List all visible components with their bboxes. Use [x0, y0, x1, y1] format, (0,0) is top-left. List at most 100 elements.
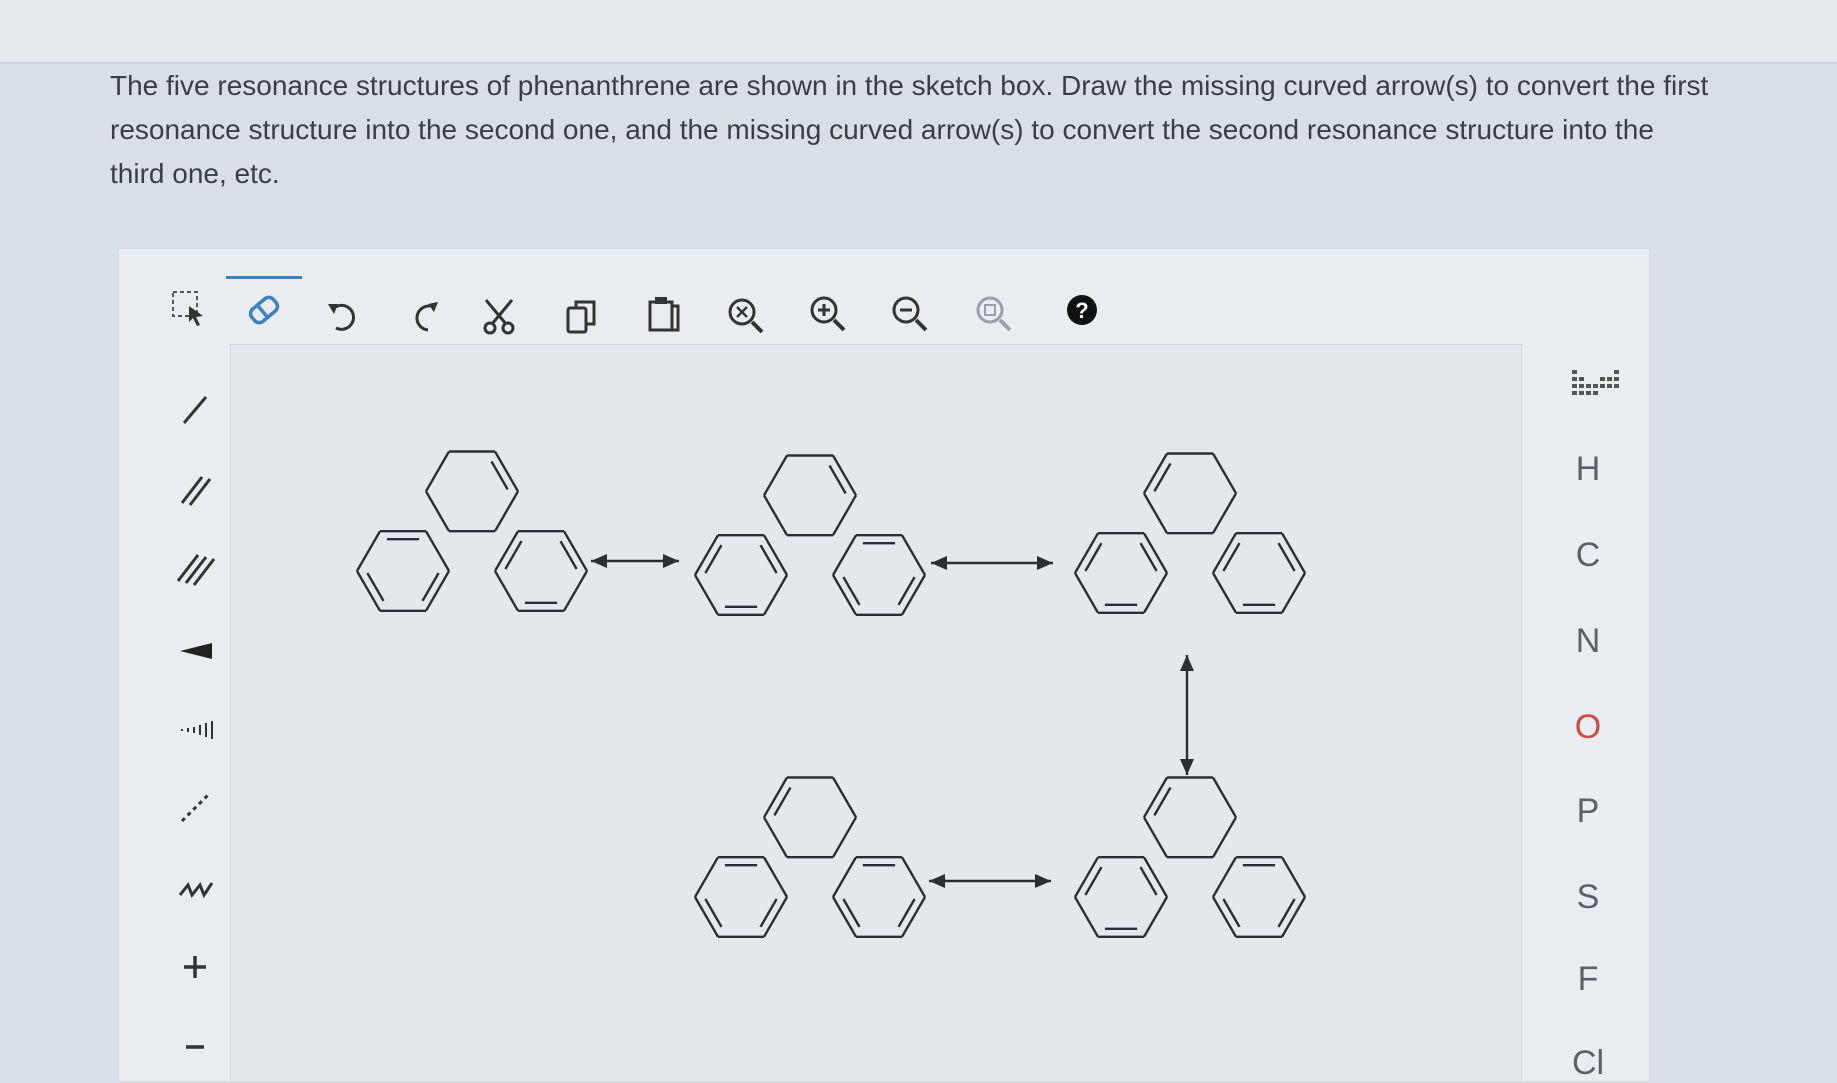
periodic-table-icon[interactable]	[1568, 366, 1628, 402]
ring-bond	[1142, 572, 1169, 614]
element-o-button[interactable]: O	[1548, 708, 1628, 747]
double-bond-line	[704, 544, 723, 574]
ring-bond	[424, 530, 451, 572]
ring-bond	[762, 856, 789, 898]
double-bond-line	[1153, 462, 1172, 492]
question-text: The five resonance structures of phenant…	[110, 64, 1810, 196]
element-f-button[interactable]: F	[1548, 960, 1628, 999]
double-bond-line	[828, 464, 847, 494]
element-cl-button[interactable]: Cl	[1548, 1044, 1628, 1083]
arrowhead	[931, 556, 947, 570]
double-bond-line	[421, 572, 440, 602]
ring-bond	[424, 490, 451, 532]
ring-bond	[355, 530, 382, 572]
ring-bond	[831, 856, 858, 898]
double-bond-line	[1153, 786, 1172, 816]
single-bond-icon[interactable]	[160, 380, 230, 436]
zoom-fit-icon[interactable]	[720, 290, 772, 342]
wedge-bond-icon[interactable]	[160, 620, 230, 676]
double-bond-line	[559, 540, 578, 570]
paste-icon[interactable]	[638, 288, 690, 340]
double-bond-line	[504, 540, 523, 570]
double-bond-line	[1277, 898, 1296, 928]
question-line-1: The five resonance structures of phenant…	[110, 70, 1709, 101]
ring-bond	[1211, 452, 1238, 494]
ring-bond	[693, 856, 720, 898]
chain-tool-icon[interactable]	[160, 858, 230, 914]
ring-bond	[1073, 896, 1100, 938]
ring-bond	[762, 816, 789, 858]
element-p-button[interactable]: P	[1548, 792, 1628, 831]
double-bond-line	[1139, 866, 1158, 896]
double-bond-icon[interactable]	[160, 460, 230, 516]
double-bond-line	[704, 898, 723, 928]
zoom-in-icon[interactable]	[802, 288, 854, 340]
ring-bond	[831, 816, 858, 858]
drawing-canvas[interactable]	[230, 344, 1522, 1082]
ring-bond	[900, 534, 927, 576]
ring-bond	[1211, 572, 1238, 614]
undo-icon[interactable]	[318, 290, 370, 342]
ring-bond	[693, 574, 720, 616]
ring-bond	[1211, 856, 1238, 898]
ring-bond	[762, 454, 789, 496]
ring-bond	[424, 450, 451, 492]
question-line-3: third one, etc.	[110, 158, 280, 189]
arrowhead	[1180, 655, 1194, 671]
double-bond-line	[759, 544, 778, 574]
ring-bond	[1142, 896, 1169, 938]
cut-icon[interactable]	[474, 290, 526, 342]
selection-tool-icon[interactable]	[163, 282, 215, 334]
double-bond-line	[842, 898, 861, 928]
top-strip	[0, 0, 1837, 64]
double-bond-line	[1222, 542, 1241, 572]
ring-bond	[762, 574, 789, 616]
element-c-button[interactable]: C	[1548, 536, 1628, 575]
charge-plus-icon[interactable]	[160, 938, 230, 994]
zoom-out-icon[interactable]	[884, 288, 936, 340]
ring-bond	[493, 490, 520, 532]
arrowhead	[663, 554, 679, 568]
double-bond-line	[1139, 542, 1158, 572]
ring-bond	[831, 776, 858, 818]
double-bond-line	[490, 460, 509, 490]
ring-bond	[831, 494, 858, 536]
active-tool-indicator	[226, 276, 302, 279]
ring-bond	[1142, 816, 1169, 858]
double-bond-line	[773, 786, 792, 816]
double-bond-line	[1277, 542, 1296, 572]
ring-bond	[831, 534, 858, 576]
arrowhead	[1037, 556, 1053, 570]
dashed-bond-icon[interactable]	[160, 778, 230, 834]
ring-bond	[1142, 492, 1169, 534]
eraser-icon[interactable]	[238, 284, 290, 336]
copy-icon[interactable]	[556, 290, 608, 342]
element-n-button[interactable]: N	[1548, 622, 1628, 661]
ring-bond	[1280, 856, 1307, 898]
double-bond-line	[1084, 866, 1103, 896]
ring-bond	[900, 856, 927, 898]
charge-minus-icon[interactable]	[160, 1018, 230, 1074]
double-bond-line	[1222, 898, 1241, 928]
ring-bond	[1211, 816, 1238, 858]
question-line-2: resonance structure into the second one,…	[110, 114, 1654, 145]
arrowhead	[591, 554, 607, 568]
double-bond-line	[759, 898, 778, 928]
ring-bond	[762, 494, 789, 536]
double-bond-line	[366, 572, 385, 602]
molecule-drawing	[355, 450, 1307, 939]
svg-text:?: ?	[1075, 298, 1088, 323]
redo-icon[interactable]	[396, 290, 448, 342]
element-h-button[interactable]: H	[1548, 450, 1628, 489]
help-icon[interactable]: ?	[1056, 282, 1108, 334]
triple-bond-icon[interactable]	[160, 540, 230, 596]
ring-bond	[1073, 572, 1100, 614]
zoom-reset-icon[interactable]	[968, 288, 1020, 340]
double-bond-line	[842, 576, 861, 606]
double-bond-line	[1084, 542, 1103, 572]
double-bond-line	[897, 576, 916, 606]
ring-bond	[1211, 776, 1238, 818]
element-s-button[interactable]: S	[1548, 878, 1628, 917]
arrowhead	[929, 874, 945, 888]
hash-bond-icon[interactable]	[160, 698, 230, 754]
